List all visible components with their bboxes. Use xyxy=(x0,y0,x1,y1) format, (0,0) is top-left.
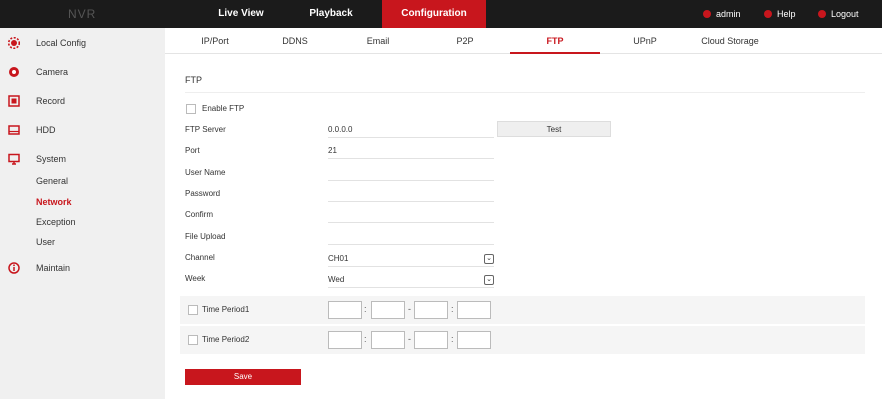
camera-icon xyxy=(9,67,19,77)
port-field[interactable]: 21 xyxy=(328,143,494,159)
logo: NVR xyxy=(68,7,97,21)
sidebar-item-record[interactable]: Record xyxy=(0,90,165,112)
file-upload-label: File Upload xyxy=(185,232,226,241)
time-period1-end-minute[interactable] xyxy=(457,301,491,319)
user-icon xyxy=(703,10,711,18)
logout-link[interactable]: Logout xyxy=(818,0,859,28)
nav-live-view[interactable]: Live View xyxy=(196,0,286,28)
time-separator: : xyxy=(364,334,367,344)
help-label: Help xyxy=(777,9,796,19)
channel-label: Channel xyxy=(185,253,215,262)
time-period1-checkbox[interactable] xyxy=(188,305,198,315)
time-period2-end-hour[interactable] xyxy=(414,331,448,349)
user-name-field[interactable] xyxy=(328,165,494,181)
enable-ftp-label: Enable FTP xyxy=(202,104,245,113)
sidebar-item-label: Local Config xyxy=(36,38,87,48)
time-period2-start-minute[interactable] xyxy=(371,331,405,349)
week-select[interactable]: Wed ⌄ xyxy=(328,272,494,288)
time-period2-start-hour[interactable] xyxy=(328,331,362,349)
time-separator: : xyxy=(451,304,454,314)
confirm-label: Confirm xyxy=(185,210,214,219)
save-button[interactable]: Save xyxy=(185,369,301,385)
ftp-server-field[interactable]: 0.0.0.0 xyxy=(328,122,494,138)
info-icon xyxy=(8,262,20,274)
sidebar-item-label: Camera xyxy=(36,67,69,77)
sidebar-item-maintain[interactable]: Maintain xyxy=(0,257,165,279)
logout-icon xyxy=(818,10,826,18)
port-label: Port xyxy=(185,146,200,155)
ftp-server-label: FTP Server xyxy=(185,125,226,134)
sidebar-item-local-config[interactable]: Local Config xyxy=(0,32,165,54)
time-period2-label: Time Period2 xyxy=(202,335,250,344)
sidebar-sub-network[interactable]: Network xyxy=(36,197,72,207)
logout-label: Logout xyxy=(831,9,859,19)
time-period2-end-minute[interactable] xyxy=(457,331,491,349)
chevron-down-icon: ⌄ xyxy=(484,275,494,285)
tab-ftp[interactable]: FTP xyxy=(510,28,600,54)
sidebar-sub-user[interactable]: User xyxy=(36,237,55,247)
record-icon xyxy=(8,95,20,107)
time-period1-start-hour[interactable] xyxy=(328,301,362,319)
time-separator: - xyxy=(408,304,411,314)
enable-ftp-checkbox[interactable] xyxy=(186,104,196,114)
section-title: FTP xyxy=(185,75,202,85)
sidebar-item-hdd[interactable]: HDD xyxy=(0,119,165,141)
section-divider xyxy=(185,92,865,93)
sidebar-item-label: System xyxy=(36,154,67,164)
user-name: admin xyxy=(716,9,741,19)
password-label: Password xyxy=(185,189,221,198)
sidebar: Local Config Camera Record HDD System Ge… xyxy=(0,28,165,399)
nav-configuration[interactable]: Configuration xyxy=(382,0,486,28)
sidebar-item-label: Maintain xyxy=(36,263,71,273)
time-period2-checkbox[interactable] xyxy=(188,335,198,345)
test-button[interactable]: Test xyxy=(497,121,611,137)
tab-p2p[interactable]: P2P xyxy=(445,28,485,54)
sidebar-item-label: Record xyxy=(36,96,66,106)
week-value: Wed xyxy=(328,275,345,284)
tab-cloud-storage[interactable]: Cloud Storage xyxy=(680,28,780,54)
tab-email[interactable]: Email xyxy=(353,28,403,54)
time-separator: - xyxy=(408,334,411,344)
monitor-icon xyxy=(8,153,20,165)
top-bar: NVR Live View Playback Configuration adm… xyxy=(0,0,882,28)
time-period2-row xyxy=(180,326,865,354)
tab-ddns[interactable]: DDNS xyxy=(270,28,320,54)
user-name-label: User Name xyxy=(185,168,226,177)
channel-select[interactable]: CH01 ⌄ xyxy=(328,251,494,267)
sidebar-item-system[interactable]: System xyxy=(0,148,165,170)
time-period1-start-minute[interactable] xyxy=(371,301,405,319)
network-tabs: IP/Port DDNS Email P2P FTP UPnP Cloud St… xyxy=(165,28,882,54)
file-upload-field[interactable] xyxy=(328,229,494,245)
confirm-field[interactable] xyxy=(328,207,494,223)
tab-ip-port[interactable]: IP/Port xyxy=(185,28,245,54)
time-separator: : xyxy=(364,304,367,314)
time-period1-label: Time Period1 xyxy=(202,305,250,314)
week-label: Week xyxy=(185,274,206,283)
help-link[interactable]: Help xyxy=(764,0,796,28)
gear-icon xyxy=(8,37,20,49)
hdd-icon xyxy=(8,125,20,135)
chevron-down-icon: ⌄ xyxy=(484,254,494,264)
time-period1-end-hour[interactable] xyxy=(414,301,448,319)
channel-value: CH01 xyxy=(328,254,349,263)
sidebar-item-camera[interactable]: Camera xyxy=(0,61,165,83)
password-field[interactable] xyxy=(328,186,494,202)
user-menu[interactable]: admin xyxy=(703,0,741,28)
sidebar-sub-general[interactable]: General xyxy=(36,176,68,186)
time-period1-row xyxy=(180,296,865,324)
sidebar-sub-exception[interactable]: Exception xyxy=(36,217,76,227)
sidebar-item-label: HDD xyxy=(36,125,56,135)
tab-upnp[interactable]: UPnP xyxy=(620,28,670,54)
nav-playback[interactable]: Playback xyxy=(286,0,376,28)
help-icon xyxy=(764,10,772,18)
time-separator: : xyxy=(451,334,454,344)
